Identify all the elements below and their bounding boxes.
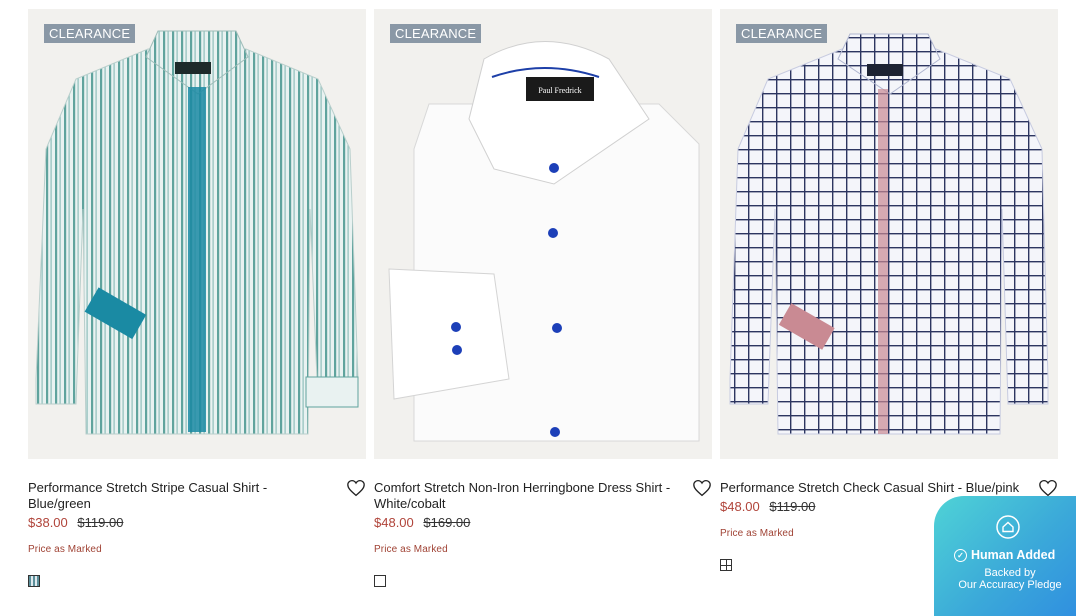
- sale-price: $48.00: [374, 515, 414, 530]
- price-note: Price as Marked: [28, 544, 102, 555]
- price-note: Price as Marked: [374, 544, 448, 555]
- product-name[interactable]: Performance Stretch Check Casual Shirt -…: [720, 480, 1025, 496]
- clearance-badge: CLEARANCE: [736, 24, 828, 43]
- price-row: $48.00 $169.00: [374, 515, 712, 531]
- product-info: Performance Stretch Stripe Casual Shirt …: [28, 459, 366, 587]
- home-shield-icon: [996, 515, 1020, 539]
- sale-price: $38.00: [28, 515, 68, 530]
- heart-icon[interactable]: [1038, 479, 1058, 497]
- original-price: $119.00: [77, 515, 124, 530]
- original-price: $169.00: [423, 515, 471, 530]
- price-row: $38.00 $119.00: [28, 515, 366, 531]
- pledge-subtitle: Backed by Our Accuracy Pledge: [948, 567, 1072, 591]
- clearance-badge: CLEARANCE: [44, 24, 136, 43]
- checked-shirt-image: [729, 33, 1049, 435]
- product-info: Comfort Stretch Non-Iron Herringbone Dre…: [374, 459, 712, 587]
- pledge-title: Human Added: [971, 548, 1056, 562]
- striped-shirt-image: [35, 30, 359, 435]
- check-swatch-icon[interactable]: [720, 559, 732, 571]
- heart-icon[interactable]: [346, 479, 366, 497]
- check-circle-icon: ✓: [954, 549, 967, 562]
- product-image[interactable]: CLEARANCE: [720, 9, 1058, 459]
- product-image[interactable]: Paul Fredrick CLEARANCE: [374, 9, 712, 459]
- pledge-line1: Backed by: [984, 567, 1036, 579]
- pledge-line2: Our Accuracy Pledge: [958, 579, 1062, 591]
- product-image[interactable]: CLEARANCE: [28, 9, 366, 459]
- product-card[interactable]: CLEARANCE Performance Stretch Stripe Cas…: [28, 9, 366, 587]
- product-card[interactable]: CLEARANCE Performance Stretch Check Casu…: [720, 9, 1058, 571]
- white-dress-shirt-image: Paul Fredrick: [388, 41, 700, 442]
- brand-label: Paul Fredrick: [538, 86, 581, 95]
- stripe-swatch-icon[interactable]: [28, 575, 40, 587]
- clearance-badge: CLEARANCE: [390, 24, 482, 43]
- product-name[interactable]: Comfort Stretch Non-Iron Herringbone Dre…: [374, 480, 679, 512]
- pledge-title-row: ✓ Human Added: [954, 548, 1055, 562]
- original-price: $119.00: [769, 499, 816, 514]
- product-name[interactable]: Performance Stretch Stripe Casual Shirt …: [28, 480, 333, 512]
- sale-price: $48.00: [720, 499, 760, 514]
- heart-icon[interactable]: [692, 479, 712, 497]
- solid-white-swatch-icon[interactable]: [374, 575, 386, 587]
- product-card[interactable]: Paul Fredrick CLEARANCE Comfort Stretch …: [374, 9, 712, 587]
- accuracy-pledge-badge[interactable]: ✓ Human Added Backed by Our Accuracy Pled…: [934, 496, 1076, 616]
